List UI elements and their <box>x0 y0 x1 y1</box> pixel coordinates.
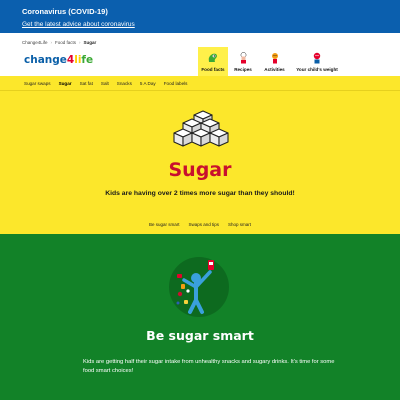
weight-icon <box>313 52 321 64</box>
sugar-cubes-icon <box>173 110 229 147</box>
subnav-item-salt[interactable]: Salt <box>101 81 109 86</box>
subnav-item-sugar-swaps[interactable]: Sugar swaps <box>24 81 51 86</box>
sugar-hero: Sugar Kids are having over 2 times more … <box>0 91 400 234</box>
subnav-item-sat-fat[interactable]: Sat fat <box>80 81 93 86</box>
breadcrumb-current: Sugar <box>83 39 97 45</box>
nav-item-label: Recipes <box>234 67 252 72</box>
subnav-item-sugar[interactable]: Sugar <box>59 81 72 86</box>
logo-word-fe: fe <box>81 54 94 66</box>
page-title: Sugar <box>168 159 232 181</box>
logo-number-4: 4 <box>66 54 75 66</box>
nav-item-recipes[interactable]: Recipes <box>228 47 258 76</box>
nav-item-food-facts[interactable]: Food facts <box>198 47 228 76</box>
food-facts-icon <box>208 53 217 62</box>
covid-banner-title: Coronavirus (COVID-19) <box>22 7 108 16</box>
activities-icon <box>271 53 278 64</box>
juggling-figure-illustration <box>169 257 229 317</box>
subnav-item-food-labels[interactable]: Food labels <box>164 81 188 86</box>
food-facts-subnav: Sugar swaps Sugar Sat fat Salt Snacks 5 … <box>0 76 400 91</box>
site-header: change 4 li fe Food facts Recipes Activi… <box>0 47 400 76</box>
section-body-text: Kids are getting half their sugar intake… <box>83 359 335 374</box>
anchor-link-be-sugar-smart[interactable]: Be sugar smart <box>149 222 180 227</box>
nav-item-label: Food facts <box>201 67 225 72</box>
main-nav: Food facts Recipes Activities Your child… <box>198 47 343 76</box>
breadcrumb-change4life[interactable]: Change4Life <box>22 40 48 45</box>
nav-item-label: Activities <box>264 67 285 72</box>
chef-icon <box>240 52 246 64</box>
nav-item-activities[interactable]: Activities <box>258 47 291 76</box>
nav-item-your-childs-weight[interactable]: Your child's weight <box>291 47 343 76</box>
be-sugar-smart-section: Be sugar smart Kids are getting half the… <box>0 234 400 400</box>
anchor-link-swaps-and-tips[interactable]: Swaps and tips <box>188 222 219 227</box>
hero-anchor-links: Be sugar smart Swaps and tips Shop smart <box>0 222 400 227</box>
logo-word-li: li <box>74 54 82 66</box>
subnav-item-snacks[interactable]: Snacks <box>117 81 132 86</box>
hero-subtitle: Kids are having over 2 times more sugar … <box>105 190 295 197</box>
subnav-item-5-a-day[interactable]: 5 A Day <box>140 81 156 86</box>
breadcrumb-separator: › <box>50 39 53 45</box>
anchor-link-shop-smart[interactable]: Shop smart <box>228 222 251 227</box>
breadcrumb-food-facts[interactable]: Food facts <box>55 40 76 45</box>
nav-item-label: Your child's weight <box>296 67 338 72</box>
covid-advice-link[interactable]: Get the latest advice about coronavirus <box>22 21 400 28</box>
logo-word-change: change <box>24 54 67 66</box>
breadcrumb: Change4Life › Food facts › Sugar <box>0 37 400 47</box>
covid-banner: Coronavirus (COVID-19) Get the latest ad… <box>0 0 400 33</box>
breadcrumb-separator: › <box>79 39 81 45</box>
change4life-logo[interactable]: change 4 li fe <box>24 54 93 68</box>
section-title: Be sugar smart <box>146 328 254 343</box>
